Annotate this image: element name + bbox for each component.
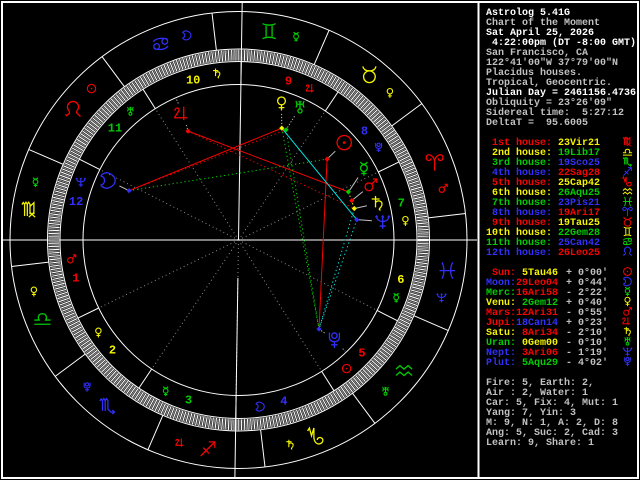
svg-text:10: 10 <box>186 73 200 87</box>
svg-text:26Leo25: 26Leo25 <box>558 248 600 259</box>
svg-text:DeltaT = 95.6005: DeltaT = 95.6005 <box>486 117 588 129</box>
svg-text:11: 11 <box>108 122 122 136</box>
svg-text:2: 2 <box>109 344 116 358</box>
svg-text:4: 4 <box>280 395 287 409</box>
svg-text:8: 8 <box>361 124 368 138</box>
svg-text:Learn: 9, Share: 1: Learn: 9, Share: 1 <box>486 437 594 449</box>
svg-text:7: 7 <box>398 197 405 211</box>
svg-text:9: 9 <box>285 75 292 89</box>
svg-text:1: 1 <box>72 272 79 286</box>
svg-text:- 4°02': - 4°02' <box>566 357 608 369</box>
svg-text:12: 12 <box>69 195 83 209</box>
svg-text:5Aqu29: 5Aqu29 <box>516 358 558 369</box>
svg-text:Plut:: Plut: <box>486 357 516 369</box>
svg-text:12th house:: 12th house: <box>486 247 552 259</box>
svg-text:3: 3 <box>185 393 192 407</box>
svg-text:5: 5 <box>358 346 365 360</box>
svg-text:6: 6 <box>397 273 404 287</box>
